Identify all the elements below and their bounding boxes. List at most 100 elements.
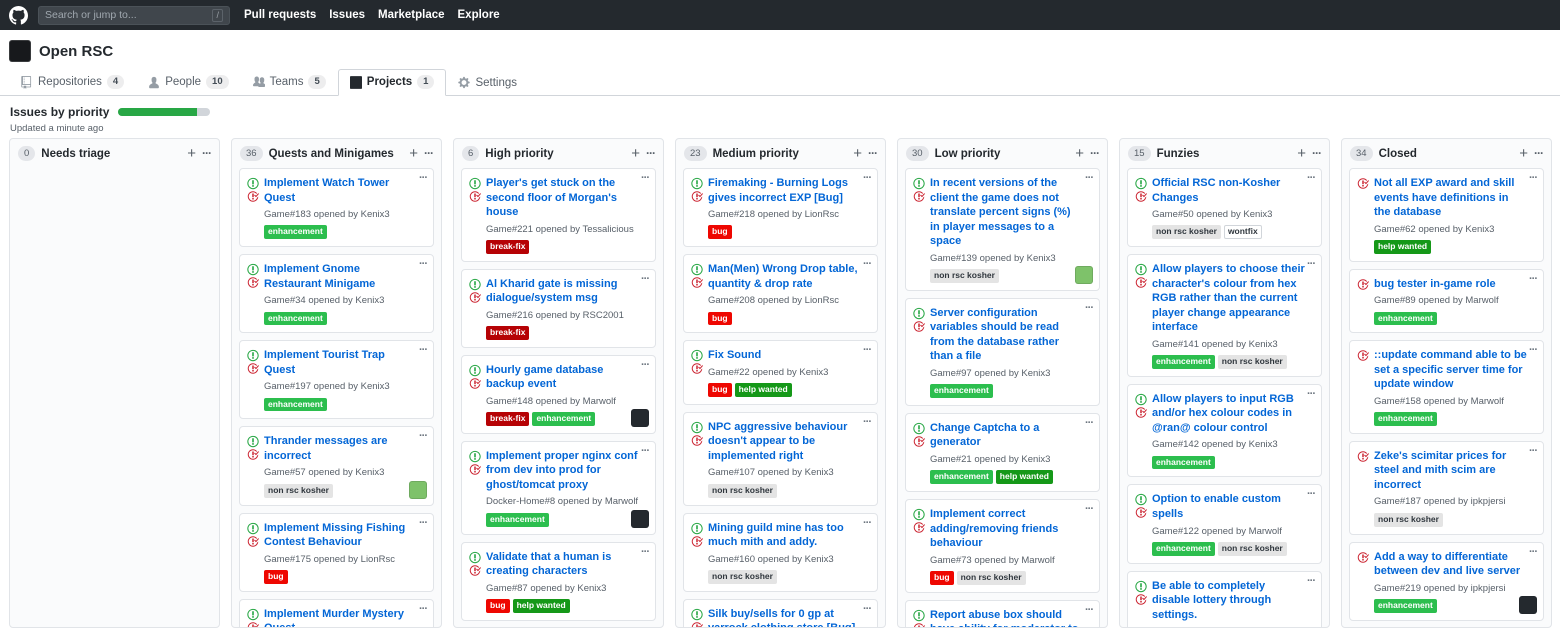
card-menu-button[interactable]: ··· xyxy=(1085,604,1093,616)
card-menu-button[interactable]: ··· xyxy=(1307,488,1315,500)
issue-card[interactable]: Change Captcha to a generator Game#21 op… xyxy=(905,413,1100,492)
issue-card[interactable]: Not all EXP award and skill events have … xyxy=(1349,168,1544,262)
issue-title[interactable]: Allow players to input RGB and/or hex co… xyxy=(1152,392,1305,436)
assignee-avatar[interactable] xyxy=(631,409,649,427)
tab-people[interactable]: People 10 xyxy=(136,69,240,96)
issue-card[interactable]: Official RSC non-Kosher Changes Game#50 … xyxy=(1127,168,1322,247)
card-menu-button[interactable]: ··· xyxy=(1529,445,1537,457)
assignee-avatar[interactable] xyxy=(1075,266,1093,284)
card-menu-button[interactable]: ··· xyxy=(1085,503,1093,515)
issue-card[interactable]: Man(Men) Wrong Drop table, quantity & dr… xyxy=(683,254,878,333)
card-menu-button[interactable]: ··· xyxy=(1529,344,1537,356)
assignee-avatar[interactable] xyxy=(631,510,649,528)
issue-title[interactable]: Validate that a human is creating charac… xyxy=(486,550,639,579)
card-menu-button[interactable]: ··· xyxy=(419,172,427,184)
issue-card[interactable]: Implement Gnome Restaurant Minigame Game… xyxy=(239,254,434,333)
issue-title[interactable]: Server configuration variables should be… xyxy=(930,306,1083,364)
column-menu-button[interactable]: ··· xyxy=(202,147,211,160)
card-menu-button[interactable]: ··· xyxy=(1307,388,1315,400)
card-menu-button[interactable]: ··· xyxy=(863,603,871,615)
issue-title[interactable]: NPC aggressive behaviour doesn't appear … xyxy=(708,420,861,464)
card-menu-button[interactable]: ··· xyxy=(419,344,427,356)
add-card-button[interactable]: + xyxy=(853,147,862,160)
tab-repositories[interactable]: Repositories 4 xyxy=(9,69,136,96)
project-title[interactable]: Issues by priority xyxy=(10,105,109,119)
tab-teams[interactable]: Teams 5 xyxy=(241,69,338,96)
card-menu-button[interactable]: ··· xyxy=(641,359,649,371)
issue-title[interactable]: Implement Watch Tower Quest xyxy=(264,176,417,205)
issue-card[interactable]: Server configuration variables should be… xyxy=(905,298,1100,406)
issue-title[interactable]: Player's get stuck on the second floor o… xyxy=(486,176,639,220)
issue-title[interactable]: Option to enable custom spells xyxy=(1152,492,1305,521)
add-card-button[interactable]: + xyxy=(1519,147,1528,160)
issue-card[interactable]: Implement Watch Tower Quest Game#183 ope… xyxy=(239,168,434,247)
card-menu-button[interactable]: ··· xyxy=(1085,417,1093,429)
column-menu-button[interactable]: ··· xyxy=(1312,147,1321,160)
add-card-button[interactable]: + xyxy=(1297,147,1306,160)
issue-card[interactable]: Hourly game database backup event Game#1… xyxy=(461,355,656,434)
issue-title[interactable]: Official RSC non-Kosher Changes xyxy=(1152,176,1305,205)
issue-title[interactable]: In recent versions of the client the gam… xyxy=(930,176,1083,249)
issue-title[interactable]: Implement correct adding/removing friend… xyxy=(930,507,1083,551)
issue-title[interactable]: Not all EXP award and skill events have … xyxy=(1374,176,1527,220)
issue-card[interactable]: Implement Missing Fishing Contest Behavi… xyxy=(239,513,434,592)
column-menu-button[interactable]: ··· xyxy=(1534,147,1543,160)
add-card-button[interactable]: + xyxy=(631,147,640,160)
issue-title[interactable]: Al Kharid gate is missing dialogue/syste… xyxy=(486,277,639,306)
org-avatar[interactable] xyxy=(9,40,31,62)
issue-title[interactable]: Implement Missing Fishing Contest Behavi… xyxy=(264,521,417,550)
search-input[interactable]: Search or jump to... / xyxy=(38,6,230,25)
issue-card[interactable]: Zeke's scimitar prices for steel and mit… xyxy=(1349,441,1544,535)
card-menu-button[interactable]: ··· xyxy=(1085,302,1093,314)
add-card-button[interactable]: + xyxy=(409,147,418,160)
issue-card[interactable]: Al Kharid gate is missing dialogue/syste… xyxy=(461,269,656,348)
column-menu-button[interactable]: ··· xyxy=(1090,147,1099,160)
card-menu-button[interactable]: ··· xyxy=(641,273,649,285)
nav-pull-requests[interactable]: Pull requests xyxy=(244,9,316,21)
card-menu-button[interactable]: ··· xyxy=(641,445,649,457)
issue-card[interactable]: Mining guild mine has too much mith and … xyxy=(683,513,878,592)
issue-title[interactable]: Silk buy/sells for 0 gp at varrock cloth… xyxy=(708,607,861,627)
issue-title[interactable]: Fix Sound xyxy=(708,348,861,363)
assignee-avatar[interactable] xyxy=(1519,596,1537,614)
issue-title[interactable]: Mining guild mine has too much mith and … xyxy=(708,521,861,550)
issue-card[interactable]: Silk buy/sells for 0 gp at varrock cloth… xyxy=(683,599,878,627)
card-menu-button[interactable]: ··· xyxy=(419,603,427,615)
issue-card[interactable]: Implement Tourist Trap Quest Game#197 op… xyxy=(239,340,434,419)
issue-title[interactable]: Hourly game database backup event xyxy=(486,363,639,392)
card-menu-button[interactable]: ··· xyxy=(1529,546,1537,558)
issue-title[interactable]: Implement Murder Mystery Quest xyxy=(264,607,417,627)
card-menu-button[interactable]: ··· xyxy=(863,416,871,428)
issue-card[interactable]: Firemaking - Burning Logs gives incorrec… xyxy=(683,168,878,247)
issue-title[interactable]: Zeke's scimitar prices for steel and mit… xyxy=(1374,449,1527,493)
nav-marketplace[interactable]: Marketplace xyxy=(378,9,444,21)
issue-card[interactable]: In recent versions of the client the gam… xyxy=(905,168,1100,291)
issue-card[interactable]: Option to enable custom spells Game#122 … xyxy=(1127,484,1322,563)
issue-title[interactable]: ::update command able to be set a specif… xyxy=(1374,348,1527,392)
org-name[interactable]: Open RSC xyxy=(39,43,113,60)
assignee-avatar[interactable] xyxy=(409,481,427,499)
issue-card[interactable]: Fix Sound Game#22 opened by Kenix3 bughe… xyxy=(683,340,878,405)
tab-projects[interactable]: Projects 1 xyxy=(338,69,447,96)
column-menu-button[interactable]: ··· xyxy=(646,147,655,160)
github-logo-icon[interactable] xyxy=(9,6,28,25)
issue-card[interactable]: Add a way to differentiate between dev a… xyxy=(1349,542,1544,621)
issue-title[interactable]: Firemaking - Burning Logs gives incorrec… xyxy=(708,176,861,205)
add-card-button[interactable]: + xyxy=(187,147,196,160)
card-menu-button[interactable]: ··· xyxy=(1085,172,1093,184)
column-menu-button[interactable]: ··· xyxy=(868,147,877,160)
card-menu-button[interactable]: ··· xyxy=(419,517,427,529)
issue-card[interactable]: bug tester in-game role Game#89 opened b… xyxy=(1349,269,1544,334)
issue-card[interactable]: Report abuse box should have ability for… xyxy=(905,600,1100,627)
tab-settings[interactable]: Settings xyxy=(446,70,529,96)
issue-title[interactable]: Report abuse box should have ability for… xyxy=(930,608,1083,627)
nav-issues[interactable]: Issues xyxy=(329,9,365,21)
issue-title[interactable]: Add a way to differentiate between dev a… xyxy=(1374,550,1527,579)
issue-card[interactable]: Thrander messages are incorrect Game#57 … xyxy=(239,426,434,505)
card-menu-button[interactable]: ··· xyxy=(1307,172,1315,184)
nav-explore[interactable]: Explore xyxy=(458,9,500,21)
card-menu-button[interactable]: ··· xyxy=(863,258,871,270)
issue-title[interactable]: Be able to completely disable lottery th… xyxy=(1152,579,1305,623)
card-menu-button[interactable]: ··· xyxy=(641,172,649,184)
card-menu-button[interactable]: ··· xyxy=(419,430,427,442)
